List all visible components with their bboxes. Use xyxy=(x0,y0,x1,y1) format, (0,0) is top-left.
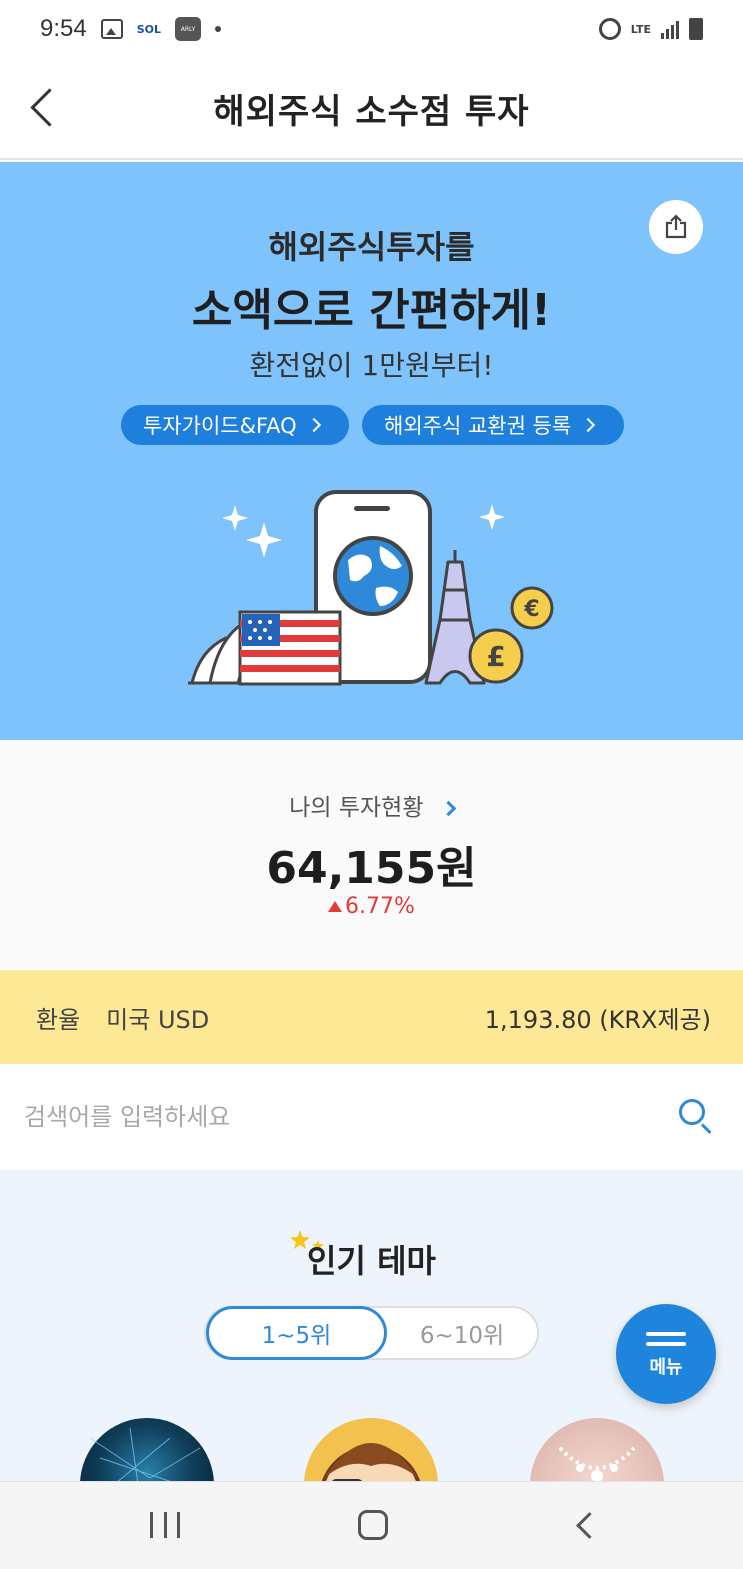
menu-label: 메뉴 xyxy=(649,1357,683,1378)
voucher-register-button[interactable]: 해외주식 교환권 등록 xyxy=(362,405,624,445)
arly-app-notification-icon: ARLY xyxy=(175,17,202,41)
my-investment-section: 나의 투자현황 64,155원 6.77% xyxy=(0,740,743,970)
pound-coin-icon: £ xyxy=(468,628,524,684)
network-image xyxy=(89,1427,201,1481)
search-input[interactable] xyxy=(24,1103,675,1131)
euro-coin-icon: € xyxy=(510,586,554,630)
my-investment-link[interactable]: 나의 투자현황 xyxy=(0,788,743,822)
alarm-icon xyxy=(598,18,621,40)
banner-headline: 소액으로 간편하게! xyxy=(191,285,552,336)
exchange-currency: 미국 USD xyxy=(106,1005,210,1034)
more-notifications-icon xyxy=(215,26,222,32)
app-header: 해외주식 소수점 투자 xyxy=(0,58,743,160)
promo-banner: 해외주식투자를 소액으로 간편하게! 환전없이 1만원부터! 투자가이드&FAQ… xyxy=(0,162,743,740)
back-arrow-icon[interactable] xyxy=(24,88,64,128)
investment-change-value: 6.77% xyxy=(345,894,415,919)
banner-description: 환전없이 1만원부터! xyxy=(249,349,494,382)
gallery-notification-icon xyxy=(100,19,123,39)
menu-icon xyxy=(646,1332,686,1336)
guide-faq-label: 투자가이드&FAQ xyxy=(143,414,297,438)
tab-rank-6-10[interactable]: 6~10위 xyxy=(387,1308,537,1358)
chevron-right-icon xyxy=(440,800,457,817)
system-nav-bar xyxy=(0,1481,743,1569)
guide-faq-button[interactable]: 투자가이드&FAQ xyxy=(121,405,349,445)
rank-segmented-control: 1~5위 6~10위 xyxy=(204,1306,539,1360)
popular-theme-title: 인기 테마 xyxy=(307,1242,436,1280)
us-flag-icon xyxy=(238,610,342,686)
investment-change: 6.77% xyxy=(0,894,743,919)
character-image xyxy=(321,1443,421,1481)
recent-apps-icon[interactable] xyxy=(150,1512,180,1538)
tab-rank-1-5[interactable]: 1~5위 xyxy=(206,1306,387,1360)
battery-icon xyxy=(689,18,703,40)
theme-thumbnail[interactable] xyxy=(80,1418,214,1481)
my-investment-label: 나의 투자현황 xyxy=(289,795,424,821)
up-triangle-icon xyxy=(328,901,343,912)
status-time: 9:54 xyxy=(40,15,87,42)
menu-button[interactable]: 메뉴 xyxy=(616,1304,716,1404)
menu-icon-bar xyxy=(646,1342,686,1346)
banner-subtitle: 해외주식투자를 xyxy=(268,228,475,266)
page-title: 해외주식 소수점 투자 xyxy=(213,91,530,132)
status-bar: 9:54 SOL ARLY LTE xyxy=(0,0,743,58)
jewelry-image xyxy=(558,1446,636,1481)
svg-text:€: € xyxy=(523,597,539,622)
theme-thumbnail[interactable] xyxy=(304,1418,438,1481)
home-icon[interactable] xyxy=(358,1510,388,1540)
global-investment-illustration: € £ xyxy=(188,490,554,686)
signal-icon xyxy=(661,19,679,39)
exchange-rate-bar: 환율 미국 USD 1,193.80 (KRX제공) xyxy=(0,970,743,1064)
theme-thumbnail[interactable] xyxy=(530,1418,664,1481)
exchange-rate-value: 1,193.80 (KRX제공) xyxy=(484,1005,711,1034)
exchange-rate-label: 환율 xyxy=(36,1005,81,1034)
search-icon[interactable] xyxy=(675,1095,719,1139)
chevron-right-icon xyxy=(581,417,596,433)
voucher-register-label: 해외주식 교환권 등록 xyxy=(384,414,572,438)
back-icon[interactable] xyxy=(572,1512,598,1538)
investment-amount: 64,155원 xyxy=(266,843,477,894)
lte-icon: LTE xyxy=(630,22,651,36)
sol-app-notification-icon: SOL xyxy=(136,22,162,36)
search-bar xyxy=(0,1064,743,1170)
chevron-right-icon xyxy=(306,417,321,433)
svg-text:£: £ xyxy=(486,640,505,673)
